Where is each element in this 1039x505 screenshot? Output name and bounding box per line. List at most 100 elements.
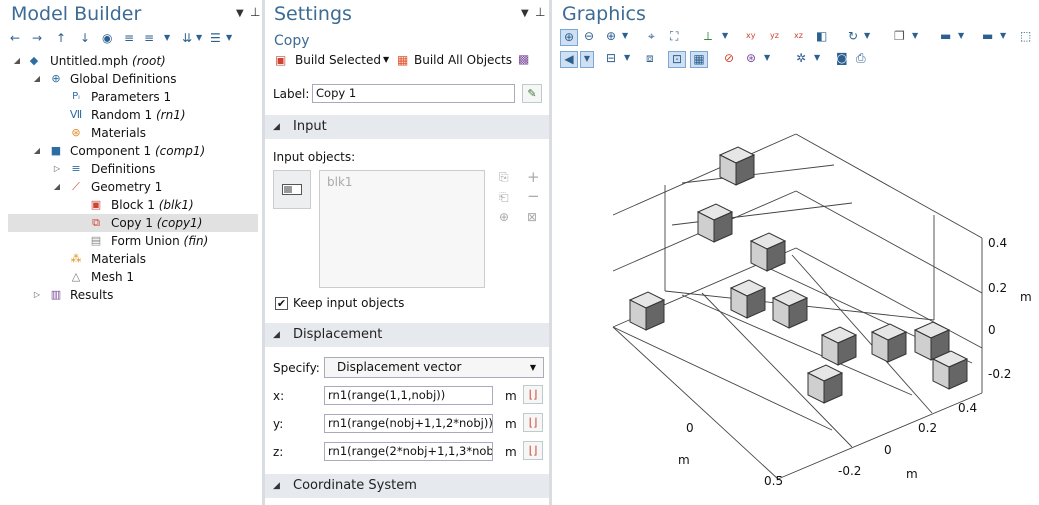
pin-icon[interactable]: ⊥ bbox=[535, 5, 545, 19]
paste-selection-icon[interactable]: ⎗ bbox=[499, 190, 509, 205]
select-dropdown-icon[interactable]: ▼ bbox=[958, 29, 964, 43]
settings-subtitle: Copy bbox=[274, 33, 310, 49]
tree-item-geometry[interactable]: ◢ ⟋ Geometry 1 bbox=[8, 178, 258, 196]
add-icon[interactable]: + bbox=[527, 168, 540, 186]
pane-menu-icon[interactable]: ▼ bbox=[236, 8, 244, 19]
xy-view-icon[interactable]: xy bbox=[746, 29, 755, 43]
select-mode-dropdown-icon[interactable]: ▼ bbox=[580, 51, 594, 68]
tree-item-block[interactable]: ▣ Block 1 (blk1) bbox=[8, 196, 258, 214]
wireframe-icon[interactable]: ⊡ bbox=[668, 51, 686, 68]
clear-all-icon[interactable]: ⬚ bbox=[1020, 29, 1031, 43]
tree-item-root[interactable]: ◢ ◆ Untitled.mph (root) bbox=[8, 52, 258, 70]
copy-selection-icon[interactable]: ⎘ bbox=[499, 170, 509, 185]
tree-item-definitions[interactable]: ▷ ≡ Definitions bbox=[8, 160, 258, 178]
input-objects-list[interactable]: blk1 bbox=[319, 170, 485, 288]
reset-hiding-dropdown-icon[interactable]: ▼ bbox=[814, 51, 820, 65]
collapse-arrow-icon[interactable]: ◢ bbox=[32, 70, 42, 88]
zoom-selected-icon[interactable]: ⌖ bbox=[648, 29, 655, 43]
zoom-box-icon[interactable]: ⊕ bbox=[606, 29, 616, 43]
view-copy-icon[interactable]: ❐ bbox=[894, 29, 905, 43]
tree-item-global-definitions[interactable]: ◢ ⊕ Global Definitions bbox=[8, 70, 258, 88]
y-plot-icon[interactable]: ⌊⌋ bbox=[523, 413, 543, 432]
zoom-in-icon[interactable]: ⊕ bbox=[560, 29, 578, 46]
tree-item-parameters[interactable]: Pᵢ Parameters 1 bbox=[8, 88, 258, 106]
zoom-dropdown-icon[interactable]: ▼ bbox=[622, 29, 628, 43]
tree-item-global-materials[interactable]: ⊛ Materials bbox=[8, 124, 258, 142]
select-icon[interactable]: ▬ bbox=[940, 29, 951, 43]
tree-item-copy[interactable]: ⧉ Copy 1 (copy1) bbox=[8, 214, 258, 232]
expand-arrow-icon[interactable]: ▷ bbox=[52, 160, 62, 178]
hide-icon[interactable]: ⊘ bbox=[724, 51, 734, 65]
rotate-icon[interactable]: ↻ bbox=[848, 29, 858, 43]
build-all-button[interactable]: Build All Objects bbox=[414, 53, 512, 67]
remove-icon[interactable]: − bbox=[527, 187, 540, 205]
activate-selection-button[interactable] bbox=[273, 170, 311, 209]
pin-icon[interactable]: ⊥ bbox=[250, 5, 260, 19]
zoom-out-icon[interactable]: ⊖ bbox=[584, 29, 594, 43]
z-input[interactable]: rn1(range(2*nobj+1,1,3*nobj)) bbox=[324, 442, 493, 461]
expand-dropdown-icon[interactable]: ▼ bbox=[164, 31, 170, 45]
build-selected-button[interactable]: Build Selected bbox=[295, 53, 381, 67]
list-item[interactable]: blk1 bbox=[327, 175, 353, 189]
tree-item-component-materials[interactable]: ⁂ Materials bbox=[8, 250, 258, 268]
axis-orientation-icon[interactable]: ⟂ bbox=[704, 29, 712, 43]
y-input[interactable]: rn1(range(nobj+1,1,2*nobj)) bbox=[324, 414, 493, 433]
build-selected-dropdown-icon[interactable]: ▼ bbox=[383, 55, 389, 64]
sort-dropdown-icon[interactable]: ▼ bbox=[196, 31, 202, 45]
list-dropdown-icon[interactable]: ▼ bbox=[226, 31, 232, 45]
label-edit-icon[interactable]: ✎ bbox=[522, 84, 542, 103]
tree-item-results[interactable]: ▷ ▥ Results bbox=[8, 286, 258, 304]
selection-list-dropdown-icon[interactable]: ▼ bbox=[1000, 29, 1006, 43]
back-icon[interactable]: ← bbox=[10, 31, 20, 45]
yz-view-icon[interactable]: yz bbox=[770, 29, 779, 43]
camera-icon[interactable]: ◙ bbox=[836, 51, 848, 65]
print-icon[interactable]: ⎙ bbox=[856, 51, 866, 65]
zoom-extents-icon[interactable]: ⛶ bbox=[670, 29, 678, 43]
scene-light-icon[interactable]: ◧ bbox=[816, 29, 827, 43]
selection-box-icon[interactable]: ⊟ bbox=[606, 51, 616, 65]
sort-icon[interactable]: ⇊ bbox=[182, 31, 192, 45]
scene-settings-dropdown-icon[interactable]: ▼ bbox=[764, 51, 770, 65]
label-input[interactable]: Copy 1 bbox=[312, 84, 515, 103]
displacement-section-header[interactable]: ◢ Displacement bbox=[265, 323, 549, 347]
zoom-to-selection-icon[interactable]: ⊕ bbox=[499, 210, 509, 224]
select-mode-icon[interactable]: ◀ bbox=[560, 51, 578, 68]
coordinate-system-section-header[interactable]: ◢ Coordinate System bbox=[265, 474, 549, 498]
xz-view-icon[interactable]: xz bbox=[794, 29, 803, 43]
graphics-icon[interactable]: ▩ bbox=[518, 52, 529, 66]
pane-menu-icon[interactable]: ▼ bbox=[521, 8, 529, 19]
selection-list-icon[interactable]: ▬ bbox=[982, 29, 993, 43]
z-plot-icon[interactable]: ⌊⌋ bbox=[523, 441, 543, 460]
input-section-header[interactable]: ◢ Input bbox=[265, 115, 549, 139]
specify-select[interactable]: Displacement vector ▼ bbox=[324, 357, 544, 378]
keep-input-checkbox[interactable]: ✔ bbox=[275, 297, 288, 310]
tree-item-mesh[interactable]: △ Mesh 1 bbox=[8, 268, 258, 286]
view-copy-dropdown-icon[interactable]: ▼ bbox=[912, 29, 918, 43]
tree-item-component[interactable]: ◢ ■ Component 1 (comp1) bbox=[8, 142, 258, 160]
graphics-canvas[interactable] bbox=[552, 75, 1039, 505]
forward-icon[interactable]: → bbox=[32, 31, 42, 45]
orientation-dropdown-icon[interactable]: ▼ bbox=[722, 29, 728, 43]
reset-hiding-icon[interactable]: ✲ bbox=[796, 51, 806, 65]
x-plot-icon[interactable]: ⌊⌋ bbox=[523, 385, 543, 404]
collapse-arrow-icon[interactable]: ◢ bbox=[52, 178, 62, 196]
settings-pane: Settings ▼ ⊥ Copy ▣ Build Selected ▼ ▦ B… bbox=[265, 0, 549, 505]
collapse-icon[interactable]: ≡ bbox=[124, 31, 134, 45]
tree-item-form-union[interactable]: ▤ Form Union (fin) bbox=[8, 232, 258, 250]
show-icon[interactable]: ◉ bbox=[102, 31, 112, 45]
list-icon[interactable]: ☰ bbox=[210, 31, 221, 45]
move-down-icon[interactable]: ↓ bbox=[80, 31, 90, 45]
transparency-icon[interactable]: ⧈ bbox=[646, 51, 654, 65]
x-input[interactable]: rn1(range(1,1,nobj)) bbox=[324, 386, 493, 405]
collapse-arrow-icon[interactable]: ◢ bbox=[32, 142, 42, 160]
clear-selection-icon[interactable]: ⊠ bbox=[527, 210, 537, 224]
scene-settings-icon[interactable]: ⊛ bbox=[746, 51, 756, 65]
tree-item-random[interactable]: Ⅶ Random 1 (rn1) bbox=[8, 106, 258, 124]
collapse-arrow-icon[interactable]: ◢ bbox=[12, 52, 22, 70]
expand-arrow-icon[interactable]: ▷ bbox=[32, 286, 42, 304]
expand-icon[interactable]: ≡ bbox=[144, 31, 154, 45]
selection-box-dropdown-icon[interactable]: ▼ bbox=[624, 51, 630, 65]
rotate-dropdown-icon[interactable]: ▼ bbox=[864, 29, 870, 43]
grid-icon[interactable]: ▦ bbox=[690, 51, 708, 68]
move-up-icon[interactable]: ↑ bbox=[56, 31, 66, 45]
